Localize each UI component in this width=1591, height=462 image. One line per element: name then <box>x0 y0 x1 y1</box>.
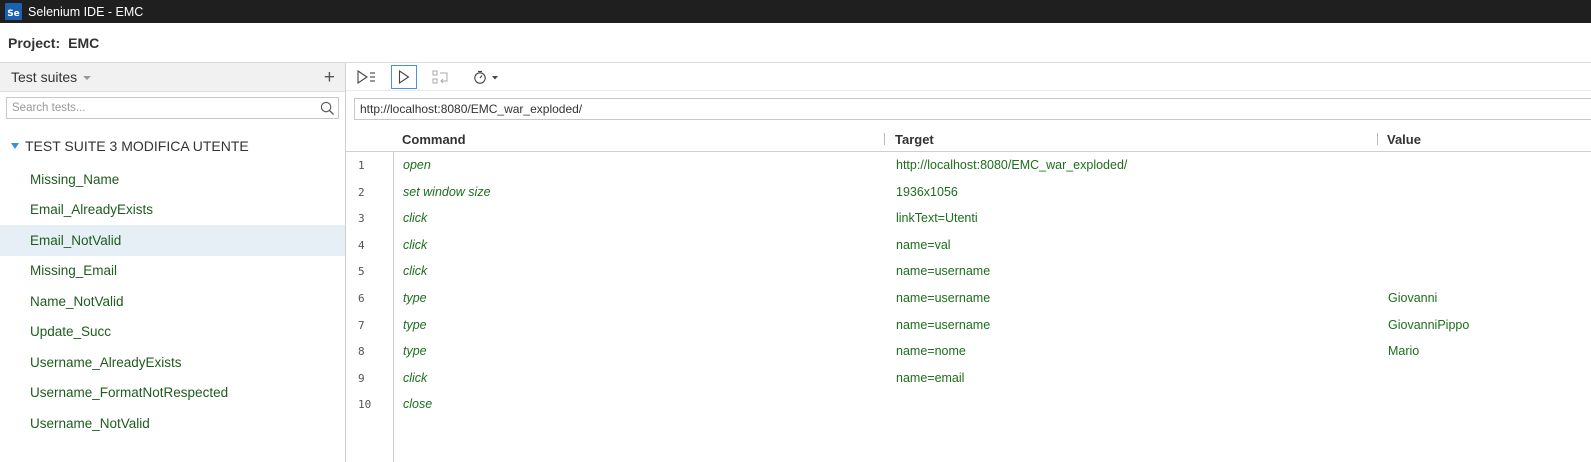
target-cell: linkText=Utenti <box>896 211 978 226</box>
command-cell: click <box>403 264 428 279</box>
command-row[interactable]: 5 click name=username <box>346 258 1591 285</box>
speed-button[interactable] <box>471 65 503 89</box>
row-number: 7 <box>358 318 365 332</box>
test-suites-dropdown[interactable]: Test suites <box>11 69 77 85</box>
test-item[interactable]: Update_Succ <box>0 317 345 348</box>
suite-name: TEST SUITE 3 MODIFICA UTENTE <box>25 138 249 154</box>
command-row[interactable]: 10 close <box>346 391 1591 418</box>
command-cell: close <box>403 397 433 412</box>
command-cell: click <box>403 211 428 226</box>
row-number: 8 <box>358 345 365 359</box>
command-cell: open <box>403 158 431 172</box>
test-item[interactable]: Missing_Email <box>0 256 345 287</box>
target-column-header: Target <box>895 132 934 147</box>
test-suites-header: Test suites + <box>0 63 345 92</box>
commands-table-header: Command Target Value <box>346 126 1591 152</box>
target-cell: name=email <box>896 370 965 385</box>
target-cell: http://localhost:8080/EMC_war_exploded/ <box>896 158 1128 172</box>
test-item[interactable]: Username_FormatNotRespected <box>0 378 345 409</box>
command-column-header: Command <box>402 132 466 147</box>
command-row[interactable]: 1 open http://localhost:8080/EMC_war_exp… <box>346 152 1591 179</box>
run-test-icon <box>398 69 410 84</box>
run-all-icon <box>357 69 375 84</box>
row-number: 1 <box>358 159 365 172</box>
value-column-header: Value <box>1387 132 1421 147</box>
editor-panel: Command Target Value 1 open http://local… <box>346 63 1591 462</box>
command-row[interactable]: 7 type name=username GiovanniPippo <box>346 312 1591 339</box>
target-cell: name=username <box>896 290 991 305</box>
row-number: 3 <box>358 212 365 226</box>
value-cell: Giovanni <box>1388 290 1438 305</box>
search-input[interactable] <box>7 98 307 118</box>
test-item[interactable]: Email_AlreadyExists <box>0 195 345 226</box>
column-divider[interactable] <box>1377 133 1378 145</box>
project-label: Project: <box>8 34 61 51</box>
base-url-box <box>354 98 1591 120</box>
triangle-down-icon[interactable] <box>11 143 19 149</box>
command-cell: set window size <box>403 184 491 199</box>
command-cell: click <box>403 370 428 385</box>
row-number: 4 <box>358 238 365 252</box>
test-item[interactable]: Username_AlreadyExists <box>0 347 345 378</box>
target-cell: name=val <box>896 237 951 252</box>
command-row[interactable]: 2 set window size 1936x1056 <box>346 179 1591 206</box>
suite-item[interactable]: TEST SUITE 3 MODIFICA UTENTE <box>0 135 345 157</box>
target-cell: name=username <box>896 317 991 332</box>
target-cell: 1936x1056 <box>896 184 958 199</box>
row-number: 6 <box>358 291 365 305</box>
step-over-icon <box>432 70 448 83</box>
column-divider[interactable] <box>884 133 885 145</box>
step-over-button[interactable] <box>428 65 454 89</box>
chevron-down-icon[interactable] <box>83 76 92 80</box>
command-row[interactable]: 3 click linkText=Utenti <box>346 205 1591 232</box>
title-bar: Se Selenium IDE - EMC <box>0 0 1591 23</box>
row-number: 10 <box>358 398 372 412</box>
toolbar <box>346 63 1591 91</box>
command-row[interactable]: 4 click name=val <box>346 232 1591 259</box>
test-item[interactable]: Username_NotValid <box>0 408 345 439</box>
row-number: 9 <box>358 371 365 385</box>
command-row[interactable]: 6 type name=username Giovanni <box>346 285 1591 312</box>
window-title: Selenium IDE - EMC <box>28 4 144 19</box>
target-cell: name=username <box>896 264 991 279</box>
test-item-selected[interactable]: Email_NotValid <box>0 225 345 256</box>
selenium-logo-icon: Se <box>5 3 22 20</box>
command-cell: type <box>403 317 427 332</box>
run-test-button[interactable] <box>391 64 417 89</box>
test-list: Missing_Name Email_AlreadyExists Email_N… <box>0 164 345 439</box>
row-number: 5 <box>358 265 365 279</box>
value-cell: GiovanniPippo <box>1388 317 1470 332</box>
base-url-input[interactable] <box>355 99 1591 119</box>
speed-timer-icon <box>474 70 498 84</box>
project-bar: Project: EMC <box>0 23 1591 63</box>
value-cell: Mario <box>1388 344 1420 359</box>
test-item[interactable]: Name_NotValid <box>0 286 345 317</box>
run-all-button[interactable] <box>354 65 380 89</box>
row-number: 2 <box>358 185 365 199</box>
add-suite-button[interactable]: + <box>324 68 335 87</box>
commands-table: 1 open http://localhost:8080/EMC_war_exp… <box>346 152 1591 418</box>
command-row[interactable]: 9 click name=email <box>346 365 1591 392</box>
test-item[interactable]: Missing_Name <box>0 164 345 195</box>
project-name[interactable]: EMC <box>68 35 99 51</box>
search-box <box>6 97 339 119</box>
target-cell: name=nome <box>896 344 966 359</box>
command-row[interactable]: 8 type name=nome Mario <box>346 338 1591 365</box>
search-icon[interactable] <box>320 101 335 116</box>
command-cell: type <box>403 344 427 359</box>
sidebar: Test suites + TEST SUITE 3 MODIFICA UTEN… <box>0 63 346 462</box>
command-cell: click <box>403 237 428 252</box>
command-cell: type <box>403 290 427 305</box>
